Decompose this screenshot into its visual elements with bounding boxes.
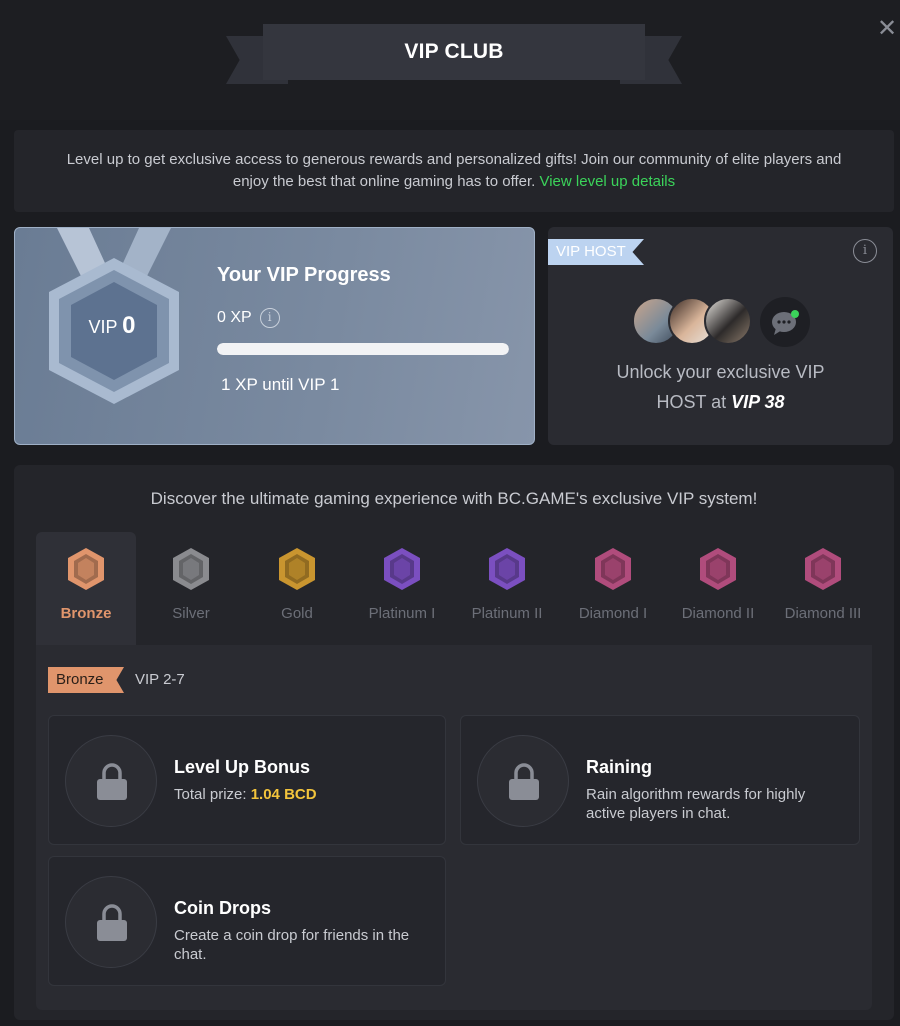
lock-icon-circle <box>65 876 157 968</box>
vip-host-tag: VIP HOST <box>548 239 644 265</box>
tier-badge-icon <box>805 548 841 590</box>
tier-detail: Bronze VIP 2-7 Level Up Bonus Total priz… <box>36 645 872 1010</box>
tier-label: Silver <box>172 605 210 622</box>
host-text-line1: Unlock your exclusive VIP <box>616 362 825 382</box>
level-up-details-link[interactable]: View level up details <box>539 173 675 190</box>
perk-level-up-bonus: Level Up Bonus Total prize: 1.04 BCD <box>48 715 446 845</box>
lock-icon <box>509 763 539 800</box>
tier-badge-icon <box>68 548 104 590</box>
host-at-label: HOST at <box>656 392 727 412</box>
progress-bar-fill <box>217 343 509 355</box>
tier-tab-diamond-iii[interactable]: Diamond III <box>773 532 873 645</box>
lock-icon-circle <box>477 735 569 827</box>
vip-system-panel: Discover the ultimate gaming experience … <box>14 465 894 1020</box>
tier-label: Diamond III <box>784 605 862 622</box>
progress-bar <box>217 343 509 355</box>
vip-host-card: VIP HOST i Unlock your exclusive VIP HOS… <box>548 227 893 445</box>
medal-level-text: VIP 0 <box>39 312 185 340</box>
perk-description: Create a coin drop for friends in the ch… <box>174 927 410 963</box>
tier-label: Platinum I <box>368 605 436 622</box>
discover-text: Discover the ultimate gaming experience … <box>150 489 758 508</box>
perk-title: Coin Drops <box>174 898 271 918</box>
tier-badge-icon <box>384 548 420 590</box>
host-level: VIP 38 <box>731 392 785 412</box>
intro-banner: Level up to get exclusive access to gene… <box>14 130 894 212</box>
host-text-line2: HOST at VIP 38 <box>548 387 893 417</box>
tier-badge-icon <box>595 548 631 590</box>
tier-label: Platinum II <box>471 605 543 622</box>
perk-coin-drops: Coin Drops Create a coin drop for friend… <box>48 856 446 986</box>
xp-value: 0 XP <box>217 309 252 326</box>
tier-tab-bronze[interactable]: Bronze <box>36 532 136 645</box>
tier-label: Diamond I <box>578 605 648 622</box>
tier-tab-gold[interactable]: Gold <box>247 532 347 645</box>
tier-tab-silver[interactable]: Silver <box>141 532 241 645</box>
tier-badge-icon <box>279 548 315 590</box>
page-title: VIP CLUB <box>263 24 645 80</box>
close-icon[interactable]: ✕ <box>874 16 900 42</box>
intro-description: Level up to get exclusive access to gene… <box>66 151 842 190</box>
tier-badge-icon <box>489 548 525 590</box>
progress-title: Your VIP Progress <box>217 264 391 286</box>
info-icon[interactable]: i <box>259 308 280 328</box>
host-unlock-text: Unlock your exclusive VIP HOST at VIP 38 <box>548 357 893 417</box>
tier-label: Bronze <box>60 605 112 622</box>
tier-tag: Bronze <box>48 667 124 693</box>
tier-tabs: Bronze Silver Gold Platinum I Platinum II Dia… <box>36 532 876 645</box>
avatar <box>704 297 752 345</box>
prize-amount: 1.04 BCD <box>250 786 317 803</box>
lock-icon-circle <box>65 735 157 827</box>
vip-progress-card: VIP 0 Your VIP Progress 0 XP i 1 XP unti… <box>14 227 535 445</box>
intro-text: Level up to get exclusive access to gene… <box>64 149 844 193</box>
tier-label: Diamond II <box>681 605 755 622</box>
xp-until-next: 1 XP until VIP 1 <box>221 375 340 394</box>
perk-raining: Raining Rain algorithm rewards for highl… <box>460 715 860 845</box>
perk-description: Rain algorithm rewards for highly active… <box>586 786 806 822</box>
vip-club-header: VIP CLUB ✕ <box>0 0 900 120</box>
tier-tab-platinum-i[interactable]: Platinum I <box>352 532 452 645</box>
info-icon[interactable]: i <box>853 239 877 263</box>
tier-tab-platinum-ii[interactable]: Platinum II <box>457 532 557 645</box>
tier-label: Gold <box>281 605 313 622</box>
chat-icon[interactable] <box>760 297 810 347</box>
xp-row: 0 XP i <box>217 308 280 328</box>
perk-title: Raining <box>586 757 652 777</box>
tier-tab-diamond-i[interactable]: Diamond I <box>563 532 663 645</box>
host-avatars <box>632 297 822 347</box>
perk-title: Level Up Bonus <box>174 757 311 777</box>
tier-badge-icon <box>173 548 209 590</box>
perk-desc-prefix: Total prize: <box>174 786 251 803</box>
tier-tab-diamond-ii[interactable]: Diamond II <box>668 532 768 645</box>
tier-badge-icon <box>700 548 736 590</box>
tier-vip-range: VIP 2-7 <box>135 671 185 688</box>
lock-icon <box>97 763 127 800</box>
medal-level-number: 0 <box>122 312 136 339</box>
perk-description: Total prize: 1.04 BCD <box>174 785 424 804</box>
medal-vip-label: VIP <box>88 317 118 337</box>
lock-icon <box>97 904 127 941</box>
